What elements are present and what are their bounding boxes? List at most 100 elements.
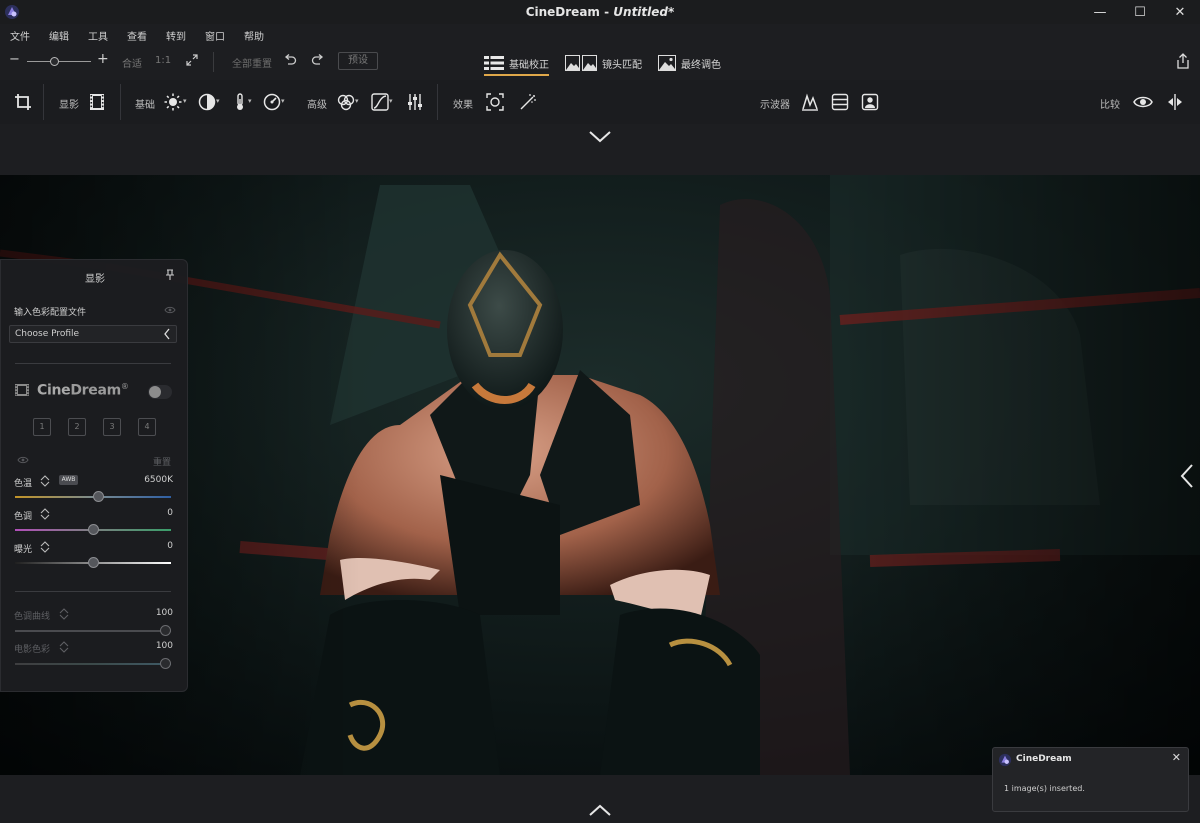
undo-icon[interactable] xyxy=(283,53,297,67)
tab-final-grade[interactable]: 最终调色 xyxy=(658,50,721,76)
app-logo-icon xyxy=(998,753,1012,767)
close-button[interactable]: ✕ xyxy=(1160,0,1200,24)
divider xyxy=(15,591,171,592)
up-down-icon[interactable] xyxy=(39,508,51,520)
menu-goto[interactable]: 转到 xyxy=(166,28,186,43)
expand-icon[interactable] xyxy=(185,53,199,67)
brand-part-b: Dream xyxy=(70,382,121,399)
menu-window[interactable]: 窗口 xyxy=(205,28,225,43)
exposure-slider-thumb[interactable] xyxy=(87,557,99,568)
chevron-down-icon[interactable]: ▾ xyxy=(216,97,220,105)
tint-slider-thumb[interactable] xyxy=(87,524,99,535)
sun-icon[interactable] xyxy=(164,93,182,111)
gauge-icon[interactable] xyxy=(263,93,281,111)
cinedream-wordmark: CineDream® xyxy=(37,382,129,399)
one-to-one-button[interactable]: 1:1 xyxy=(155,55,171,66)
curves-icon[interactable] xyxy=(371,93,389,111)
chevron-down-icon[interactable]: ▾ xyxy=(389,97,393,105)
grain-icon[interactable] xyxy=(519,93,537,111)
chevron-left-icon xyxy=(164,328,170,340)
document-name: Untitled* xyxy=(613,5,675,19)
scopes-label: 示波器 xyxy=(760,100,790,111)
chevron-down-icon[interactable]: ▾ xyxy=(248,97,252,105)
up-down-icon[interactable] xyxy=(39,475,51,487)
toggle-knob xyxy=(149,386,161,398)
film-color-slider-thumb[interactable] xyxy=(160,658,171,669)
list-icon xyxy=(484,56,504,70)
film-strip-icon[interactable] xyxy=(88,93,106,111)
menu-view[interactable]: 查看 xyxy=(127,28,147,43)
title-separator: - xyxy=(599,5,614,19)
zoom-slider-thumb[interactable] xyxy=(50,57,59,66)
profile-select[interactable]: Choose Profile xyxy=(9,325,177,343)
slot-2-button[interactable]: 2 xyxy=(68,418,86,436)
temperature-label: 色温 xyxy=(14,479,33,489)
chevron-up-icon[interactable] xyxy=(588,801,612,819)
temperature-slider-thumb[interactable] xyxy=(93,491,105,502)
toolbar-divider xyxy=(213,52,214,72)
skin-tone-icon[interactable] xyxy=(861,93,879,111)
up-down-icon[interactable] xyxy=(58,641,70,653)
share-icon[interactable] xyxy=(1176,53,1190,69)
menu-tools[interactable]: 工具 xyxy=(88,28,108,43)
profile-select-value: Choose Profile xyxy=(15,329,80,339)
waveform-icon[interactable] xyxy=(801,93,819,111)
split-compare-icon[interactable] xyxy=(1166,93,1184,111)
chevron-left-icon[interactable] xyxy=(1180,463,1194,489)
minimize-button[interactable]: — xyxy=(1080,0,1120,24)
reset-button[interactable]: 重置 xyxy=(153,455,171,468)
zoom-slider[interactable] xyxy=(27,61,91,62)
thermometer-icon[interactable] xyxy=(231,93,249,111)
window-controls: — ☐ ✕ xyxy=(1080,0,1200,24)
toast-close-button[interactable]: ✕ xyxy=(1172,751,1181,764)
effects-label: 效果 xyxy=(453,100,473,111)
cinedream-toggle[interactable] xyxy=(148,385,172,399)
eye-icon[interactable] xyxy=(1133,93,1153,111)
maximize-button[interactable]: ☐ xyxy=(1120,0,1160,24)
zoom-in-button[interactable]: + xyxy=(97,51,109,67)
sliders-icon[interactable] xyxy=(406,93,424,111)
redo-icon[interactable] xyxy=(311,53,325,67)
tone-curve-slider[interactable] xyxy=(15,630,171,632)
divider xyxy=(43,84,44,120)
tone-curve-slider-thumb[interactable] xyxy=(160,625,171,636)
tab-shot-match[interactable]: 镜头匹配 xyxy=(565,50,642,76)
slot-1-button[interactable]: 1 xyxy=(33,418,51,436)
preset-button[interactable]: 预设 xyxy=(338,52,378,70)
app-window: CineDream - Untitled* — ☐ ✕ 文件 编辑 工具 查看 … xyxy=(0,0,1200,823)
chevron-down-icon[interactable]: ▾ xyxy=(183,97,187,105)
tab-label: 基础校正 xyxy=(509,59,549,71)
registered-mark: ® xyxy=(120,382,129,391)
vignette-icon[interactable] xyxy=(486,93,504,111)
color-wheels-icon[interactable] xyxy=(337,93,355,111)
tab-basic-correction[interactable]: 基础校正 xyxy=(484,50,549,76)
chevron-down-icon[interactable]: ▾ xyxy=(355,97,359,105)
menu-help[interactable]: 帮助 xyxy=(244,28,264,43)
chevron-down-icon[interactable]: ▾ xyxy=(281,97,285,105)
eye-icon[interactable] xyxy=(17,456,29,464)
menu-edit[interactable]: 编辑 xyxy=(49,28,69,43)
film-color-value: 100 xyxy=(155,641,173,651)
zoom-out-button[interactable]: − xyxy=(9,52,20,67)
film-color-slider[interactable] xyxy=(15,663,171,665)
eye-icon[interactable] xyxy=(164,306,176,314)
up-down-icon[interactable] xyxy=(58,608,70,620)
fit-button[interactable]: 合适 xyxy=(122,55,142,70)
crop-icon[interactable] xyxy=(14,93,32,111)
tab-label: 最终调色 xyxy=(681,59,721,71)
contrast-icon[interactable] xyxy=(198,93,216,111)
slot-3-button[interactable]: 3 xyxy=(103,418,121,436)
up-down-icon[interactable] xyxy=(39,541,51,553)
app-name: CineDream xyxy=(525,5,600,19)
reset-all-button[interactable]: 全部重置 xyxy=(232,55,272,70)
parade-icon[interactable] xyxy=(831,93,849,111)
divider xyxy=(437,84,438,120)
pin-icon[interactable] xyxy=(165,269,175,281)
title-bar: CineDream - Untitled* — ☐ ✕ xyxy=(0,0,1200,24)
image-icon xyxy=(658,55,676,71)
chevron-down-icon[interactable] xyxy=(588,128,612,146)
menu-file[interactable]: 文件 xyxy=(10,28,30,43)
slot-4-button[interactable]: 4 xyxy=(138,418,156,436)
window-title: CineDream - Untitled* xyxy=(526,5,675,19)
awb-button[interactable]: AWB xyxy=(59,475,78,485)
